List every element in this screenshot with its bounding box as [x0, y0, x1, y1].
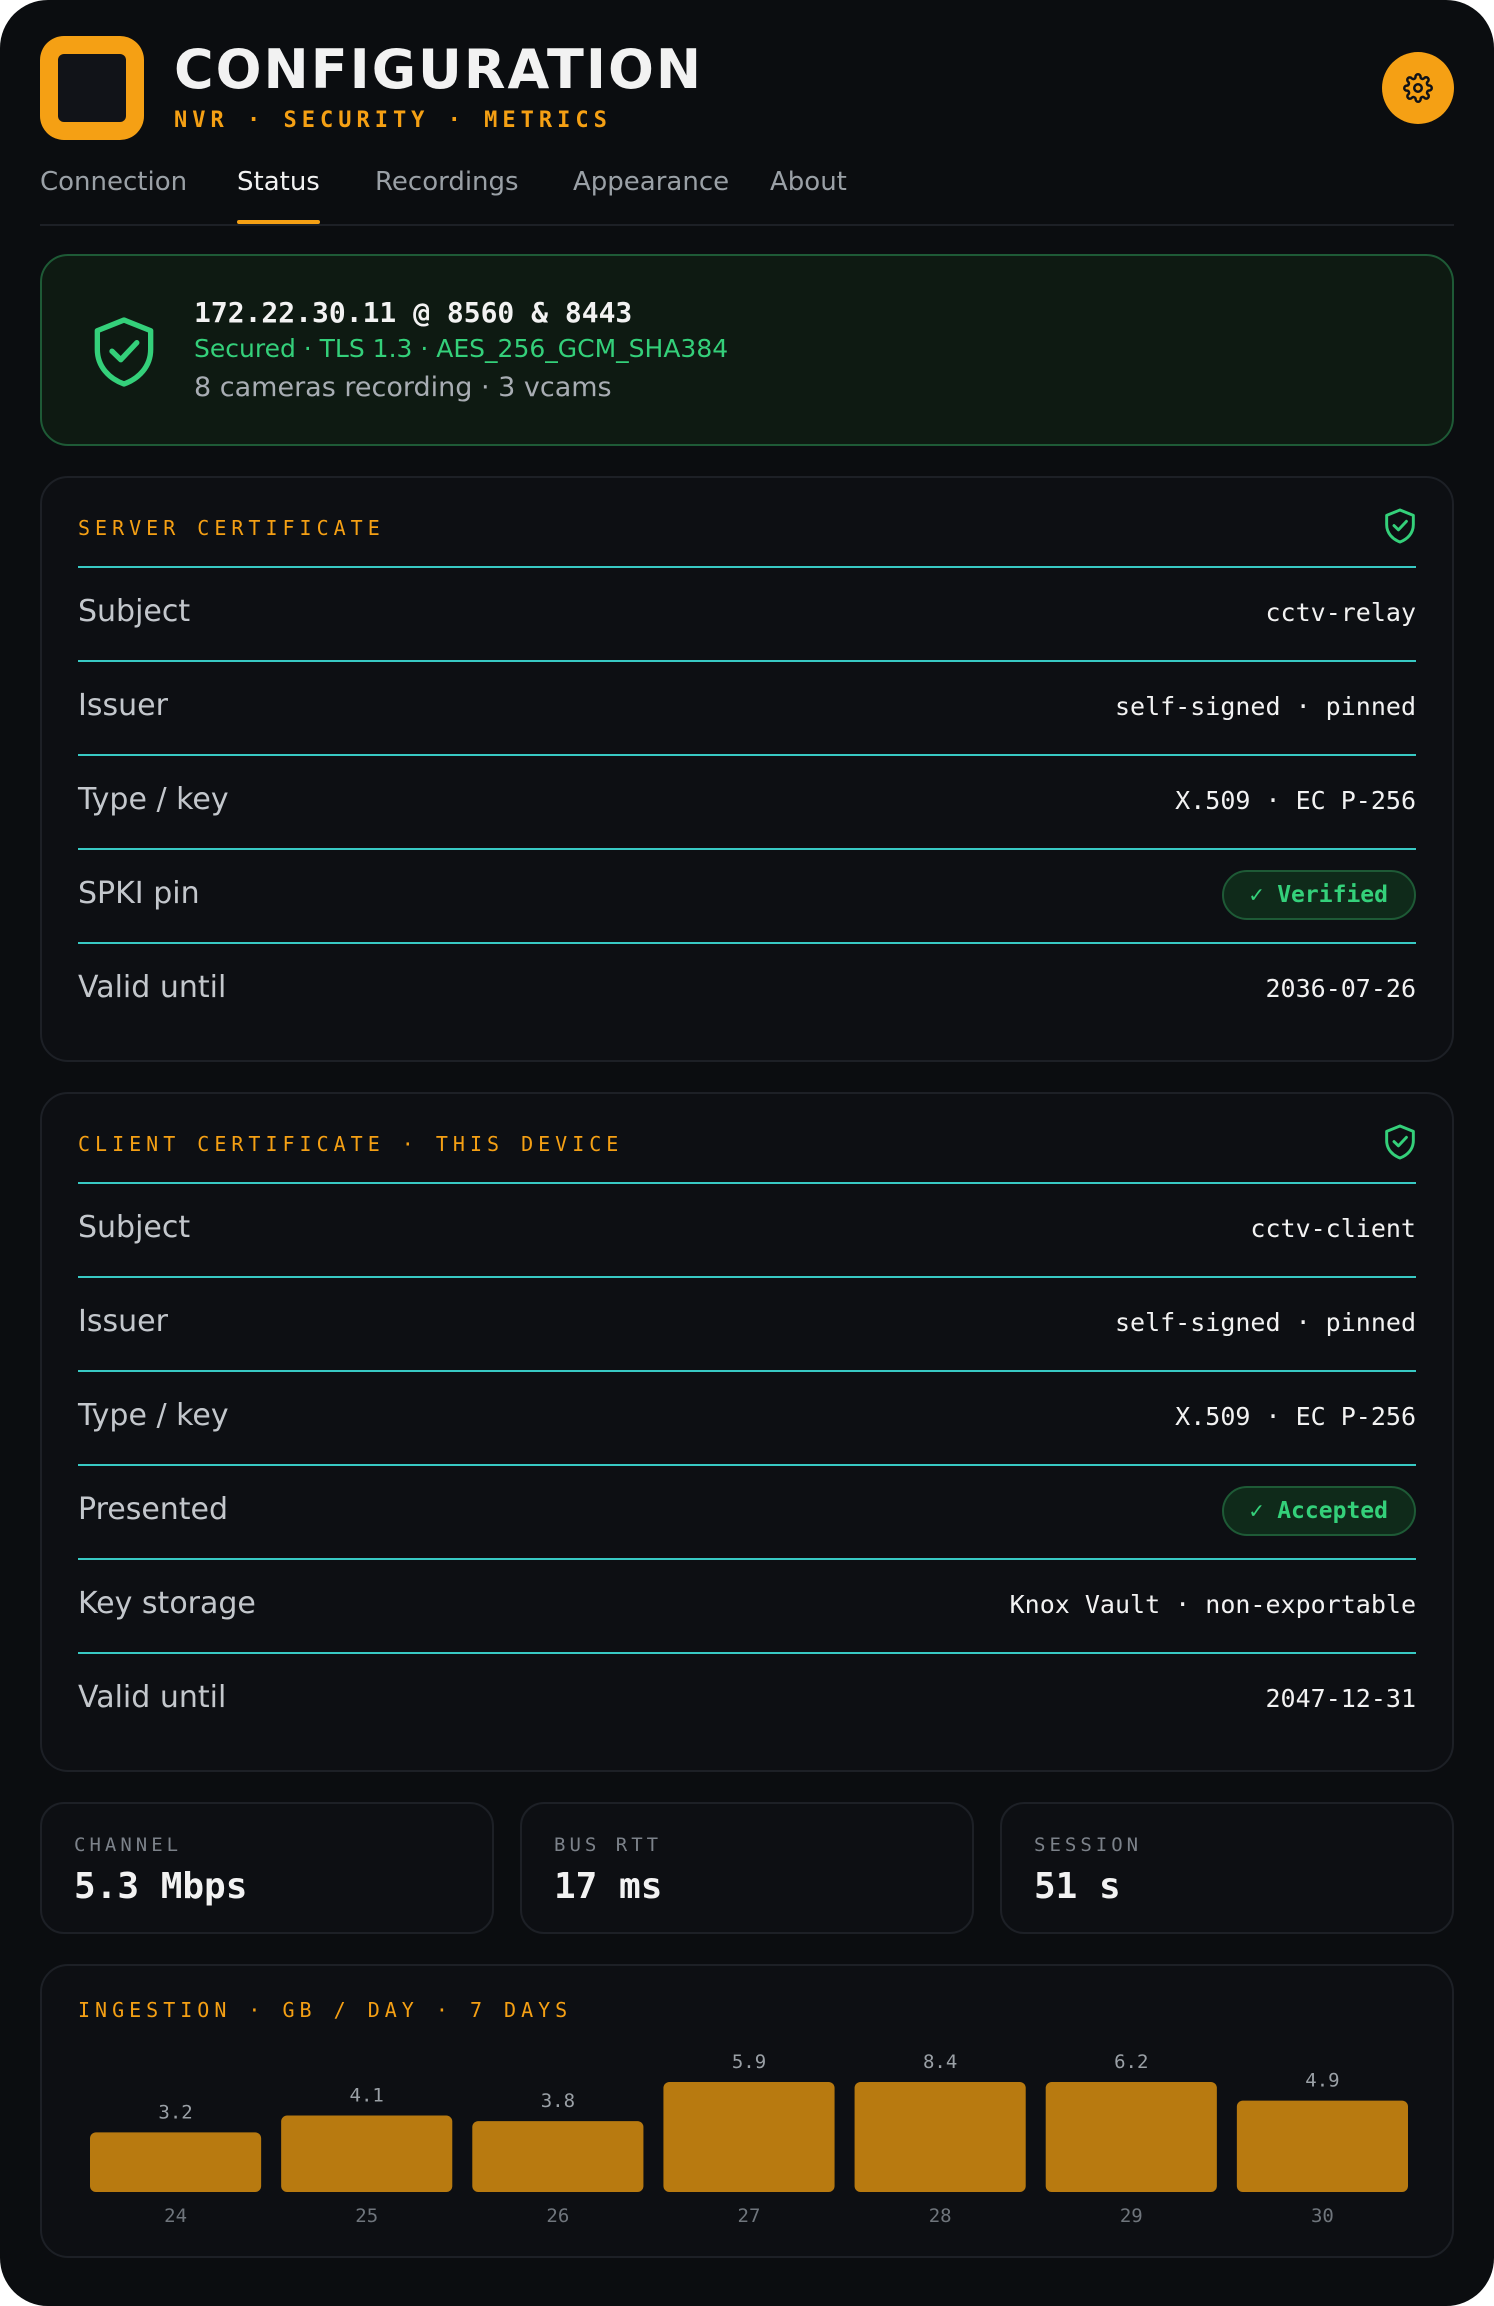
row-value: cctv-relay	[1265, 598, 1416, 627]
row-value: X.509 · EC P-256	[1175, 1402, 1416, 1431]
cert-row-valid-until: Valid until 2036-07-26	[78, 942, 1416, 1036]
metric-label: SESSION	[1034, 1834, 1143, 1856]
row-label: SPKI pin	[78, 876, 200, 911]
row-label: Subject	[78, 594, 191, 629]
tab-recordings[interactable]: Recordings	[375, 162, 519, 224]
row-label: Presented	[78, 1492, 229, 1527]
x-tick-label: 28	[929, 2205, 952, 2227]
metric-value: 5.3 Mbps	[74, 1866, 248, 1907]
metric-session: SESSION 51 s	[1000, 1802, 1454, 1934]
tab-connection[interactable]: Connection	[40, 162, 187, 224]
bar-24	[90, 2132, 262, 2192]
tab-appearance[interactable]: Appearance	[573, 162, 729, 224]
cert-row-issuer: Issuer self-signed · pinned	[78, 1276, 1416, 1370]
row-value: 2036-07-26	[1265, 974, 1416, 1003]
camera-summary: 8 cameras recording · 3 vcams	[194, 372, 612, 403]
client-certificate-card: CLIENT CERTIFICATE · THIS DEVICE Subject…	[40, 1092, 1454, 1772]
app-screen: CONFIGURATION NVR · SECURITY · METRICS C…	[0, 0, 1494, 2306]
bar-30	[1236, 2100, 1408, 2192]
cert-row-type: Type / key X.509 · EC P-256	[78, 754, 1416, 848]
bar-value-label: 4.1	[350, 2085, 384, 2107]
ingestion-bar-chart: 3.2 24 4.1 25 3.8 26 5.9 27 8.4 28 6.2 29 4.9 30	[90, 2051, 1408, 2227]
shield-check-icon	[94, 317, 154, 387]
metric-value: 51 s	[1034, 1866, 1121, 1907]
row-value: X.509 · EC P-256	[1175, 786, 1416, 815]
cert-row-subject: Subject cctv-relay	[78, 566, 1416, 660]
row-value: Knox Vault · non-exportable	[1009, 1590, 1416, 1619]
card-heading: CLIENT CERTIFICATE · THIS DEVICE	[78, 1132, 624, 1156]
settings-button[interactable]	[1382, 52, 1454, 124]
x-tick-label: 30	[1311, 2205, 1334, 2227]
row-label: Type / key	[78, 782, 229, 817]
x-tick-label: 25	[355, 2205, 378, 2227]
bar-value-label: 5.9	[732, 2051, 766, 2073]
row-value: cctv-client	[1250, 1214, 1416, 1243]
server-certificate-card: SERVER CERTIFICATE Subject cctv-relay Is…	[40, 476, 1454, 1062]
tab-bar: Connection Status Recordings Appearance …	[40, 162, 1454, 226]
row-label: Subject	[78, 1210, 191, 1245]
cert-row-subject: Subject cctv-client	[78, 1182, 1416, 1276]
card-heading: SERVER CERTIFICATE	[78, 516, 385, 540]
row-value: self-signed · pinned	[1114, 692, 1416, 721]
bar-value-label: 4.9	[1305, 2070, 1339, 2092]
cert-row-type: Type / key X.509 · EC P-256	[78, 1370, 1416, 1464]
cert-row-valid-until: Valid until 2047-12-31	[78, 1652, 1416, 1746]
row-value: 2047-12-31	[1265, 1684, 1416, 1713]
server-address: 172.22.30.11 @ 8560 & 8443	[194, 296, 633, 329]
page-subtitle: NVR · SECURITY · METRICS	[174, 108, 612, 133]
bar-value-label: 3.8	[541, 2090, 575, 2112]
header: CONFIGURATION NVR · SECURITY · METRICS	[40, 36, 1454, 140]
accepted-badge: ✓ Accepted	[1221, 1486, 1416, 1536]
x-tick-label: 26	[546, 2205, 569, 2227]
x-tick-label: 24	[164, 2205, 187, 2227]
metric-channel: CHANNEL 5.3 Mbps	[40, 1802, 494, 1934]
tab-status[interactable]: Status	[237, 162, 320, 224]
row-label: Issuer	[78, 688, 168, 723]
x-tick-label: 27	[738, 2205, 761, 2227]
bar-26	[472, 2121, 644, 2192]
bar-28	[854, 2082, 1026, 2192]
bar-value-label: 8.4	[923, 2051, 957, 2073]
row-label: Issuer	[78, 1304, 168, 1339]
bar-27	[663, 2082, 835, 2192]
shield-check-icon	[1385, 508, 1415, 544]
app-logo-icon	[40, 36, 144, 140]
connection-status-card: 172.22.30.11 @ 8560 & 8443 Secured · TLS…	[40, 254, 1454, 446]
page-title: CONFIGURATION	[174, 38, 704, 101]
row-value: self-signed · pinned	[1114, 1308, 1416, 1337]
shield-check-icon	[1385, 1124, 1415, 1160]
ingestion-chart-card: INGESTION · GB / DAY · 7 DAYS 3.2 24 4.1 25…	[40, 1964, 1454, 2258]
x-tick-label: 29	[1120, 2205, 1143, 2227]
cert-row-key-storage: Key storage Knox Vault · non-exportable	[78, 1558, 1416, 1652]
gear-icon	[1403, 73, 1433, 103]
bar-25	[281, 2115, 453, 2192]
metric-value: 17 ms	[554, 1866, 663, 1907]
verified-badge: ✓ Verified	[1221, 870, 1416, 920]
bar-value-label: 3.2	[158, 2101, 192, 2123]
metric-label: CHANNEL	[74, 1834, 183, 1856]
cert-row-presented: Presented ✓ Accepted	[78, 1464, 1416, 1558]
cert-row-spki-pin: SPKI pin ✓ Verified	[78, 848, 1416, 942]
bar-value-label: 6.2	[1114, 2051, 1148, 2073]
row-label: Valid until	[78, 1680, 227, 1715]
tls-status: Secured · TLS 1.3 · AES_256_GCM_SHA384	[194, 334, 729, 363]
tab-about[interactable]: About	[770, 162, 847, 224]
row-label: Key storage	[78, 1586, 256, 1621]
cert-row-issuer: Issuer self-signed · pinned	[78, 660, 1416, 754]
row-label: Type / key	[78, 1398, 229, 1433]
metric-label: BUS RTT	[554, 1834, 663, 1856]
metric-bus-rtt: BUS RTT 17 ms	[520, 1802, 974, 1934]
bar-29	[1045, 2082, 1217, 2192]
row-label: Valid until	[78, 970, 227, 1005]
